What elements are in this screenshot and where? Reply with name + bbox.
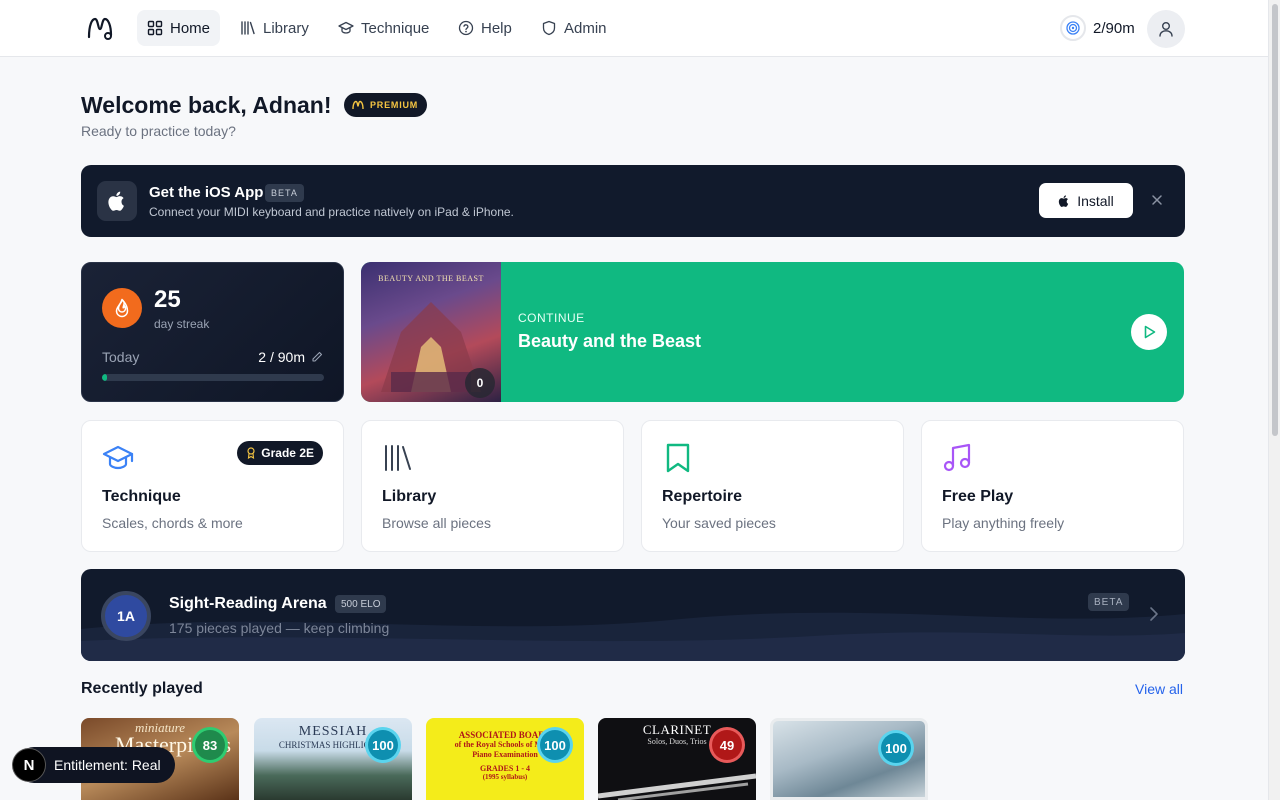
arena-rank-badge: 1A	[101, 591, 151, 641]
graduation-cap-icon	[102, 445, 134, 470]
grade-label: Grade 2E	[261, 446, 314, 460]
library-card[interactable]: Library Browse all pieces	[361, 420, 624, 552]
pencil-icon[interactable]	[311, 351, 323, 363]
welcome-subtitle: Ready to practice today?	[81, 123, 236, 139]
technique-card[interactable]: Grade 2E Technique Scales, chords & more	[81, 420, 344, 552]
repertoire-card[interactable]: Repertoire Your saved pieces	[641, 420, 904, 552]
recent-item[interactable]: ASSOCIATED BOARD of the Royal Schools of…	[426, 718, 584, 800]
bookmark-icon	[666, 443, 690, 473]
chevron-right-icon	[1150, 607, 1158, 621]
library-icon	[241, 21, 255, 35]
play-icon	[1144, 325, 1156, 339]
install-button[interactable]: Install	[1039, 183, 1133, 218]
continue-title: Beauty and the Beast	[518, 331, 702, 351]
welcome-title: Welcome back, Adnan!	[81, 92, 332, 118]
cover-score-badge: 0	[465, 368, 495, 398]
help-circle-icon	[458, 20, 474, 36]
nav-admin[interactable]: Admin	[531, 10, 617, 46]
library-title: Library	[382, 488, 437, 505]
top-navigation: Home Library Technique Help Admin 2/90m	[0, 0, 1268, 57]
play-button[interactable]	[1131, 314, 1167, 350]
nav-library-label: Library	[263, 19, 309, 37]
nav-admin-label: Admin	[564, 19, 607, 37]
graduation-cap-icon	[338, 21, 354, 34]
nav-technique-label: Technique	[361, 19, 430, 37]
nav-help[interactable]: Help	[448, 10, 522, 46]
continue-card[interactable]: BEAUTY AND THE BEAST 0 CONTINUE Beauty a…	[361, 262, 1184, 402]
recently-played-title: Recently played	[81, 680, 203, 697]
music-note-icon	[943, 443, 971, 472]
nav-home-label: Home	[170, 19, 211, 37]
crown-logo-icon	[352, 100, 364, 110]
recent-item[interactable]: 100	[770, 718, 928, 800]
apple-icon	[97, 181, 137, 221]
repertoire-subtitle: Your saved pieces	[662, 515, 776, 531]
recent-score-badge: 100	[368, 730, 398, 760]
recent-item[interactable]: CLARINET Solos, Duos, Trios 49	[598, 718, 756, 800]
sight-reading-arena-card[interactable]: 1A Sight-Reading Arena 500 ELO 175 piece…	[81, 569, 1185, 661]
recent-score-badge: 100	[881, 733, 911, 763]
daily-progress-bar	[102, 374, 324, 381]
arena-title: Sight-Reading Arena	[169, 595, 327, 612]
streak-count: 25	[154, 286, 181, 313]
grid-icon	[147, 20, 163, 36]
user-avatar[interactable]	[1147, 10, 1185, 48]
streak-card[interactable]: 25 day streak Today 2 / 90m	[81, 262, 344, 402]
nav-technique[interactable]: Technique	[328, 10, 439, 46]
shield-icon	[542, 20, 556, 36]
library-icon	[385, 445, 411, 471]
today-value-text: 2 / 90m	[258, 349, 305, 365]
free-play-title: Free Play	[942, 488, 1014, 505]
app-logo-icon[interactable]	[86, 15, 114, 41]
elo-badge: 500 ELO	[335, 595, 387, 613]
ios-banner-subtitle: Connect your MIDI keyboard and practice …	[149, 205, 514, 219]
recent-cover-line4: GRADES 1 - 4	[479, 764, 530, 773]
scrollbar-thumb[interactable]	[1272, 4, 1278, 436]
nav-library[interactable]: Library	[230, 10, 319, 46]
daily-progress-fill	[102, 374, 107, 381]
goal-ring-icon	[1060, 15, 1086, 41]
recent-item[interactable]: MESSIAH CHRISTMAS HIGHLIGHTS 100	[254, 718, 412, 800]
today-label: Today	[102, 349, 140, 365]
grade-badge: Grade 2E	[237, 441, 323, 465]
award-icon	[247, 447, 255, 459]
arena-beta-badge: BETA	[1088, 593, 1130, 611]
goal-value: 2/90m	[1093, 19, 1135, 37]
daily-goal-indicator[interactable]: 2/90m	[1060, 13, 1135, 43]
today-value: 2 / 90m	[258, 349, 323, 365]
recent-score-badge: 83	[195, 730, 225, 760]
technique-title: Technique	[102, 488, 181, 505]
streak-label: day streak	[154, 317, 210, 331]
entitlement-badge[interactable]: N Entitlement: Real	[12, 747, 175, 783]
user-icon	[1159, 22, 1173, 37]
flame-icon	[102, 288, 142, 328]
arena-subtitle: 175 pieces played — keep climbing	[169, 620, 390, 636]
ios-app-banner: Get the iOS App BETA Connect your MIDI k…	[81, 165, 1185, 237]
continue-label: CONTINUE	[518, 311, 585, 325]
technique-subtitle: Scales, chords & more	[102, 515, 243, 531]
free-play-card[interactable]: Free Play Play anything freely	[921, 420, 1184, 552]
premium-label: PREMIUM	[370, 100, 419, 110]
premium-badge: PREMIUM	[344, 93, 428, 117]
install-label: Install	[1077, 192, 1114, 209]
free-play-subtitle: Play anything freely	[942, 515, 1065, 531]
library-subtitle: Browse all pieces	[382, 515, 491, 531]
apple-small-icon	[1059, 194, 1069, 207]
close-icon[interactable]	[1149, 192, 1165, 208]
recent-score-badge: 49	[712, 730, 742, 760]
page-scrollbar[interactable]	[1268, 0, 1280, 800]
clarinet-artwork	[598, 773, 756, 800]
next-logo-icon[interactable]: N	[12, 748, 46, 782]
arena-wave-decoration	[81, 612, 1185, 661]
nav-help-label: Help	[481, 19, 512, 37]
recent-score-badge: 100	[540, 730, 570, 760]
ios-beta-badge: BETA	[265, 184, 304, 202]
entitlement-label: Entitlement: Real	[54, 757, 161, 773]
nav-home[interactable]: Home	[137, 10, 221, 46]
recent-cover-line5: (1995 syllabus)	[482, 773, 528, 781]
continue-cover-image: BEAUTY AND THE BEAST 0	[361, 262, 501, 402]
view-all-link[interactable]: View all	[1135, 681, 1183, 697]
repertoire-title: Repertoire	[662, 488, 743, 505]
ios-banner-title: Get the iOS App	[149, 184, 264, 201]
